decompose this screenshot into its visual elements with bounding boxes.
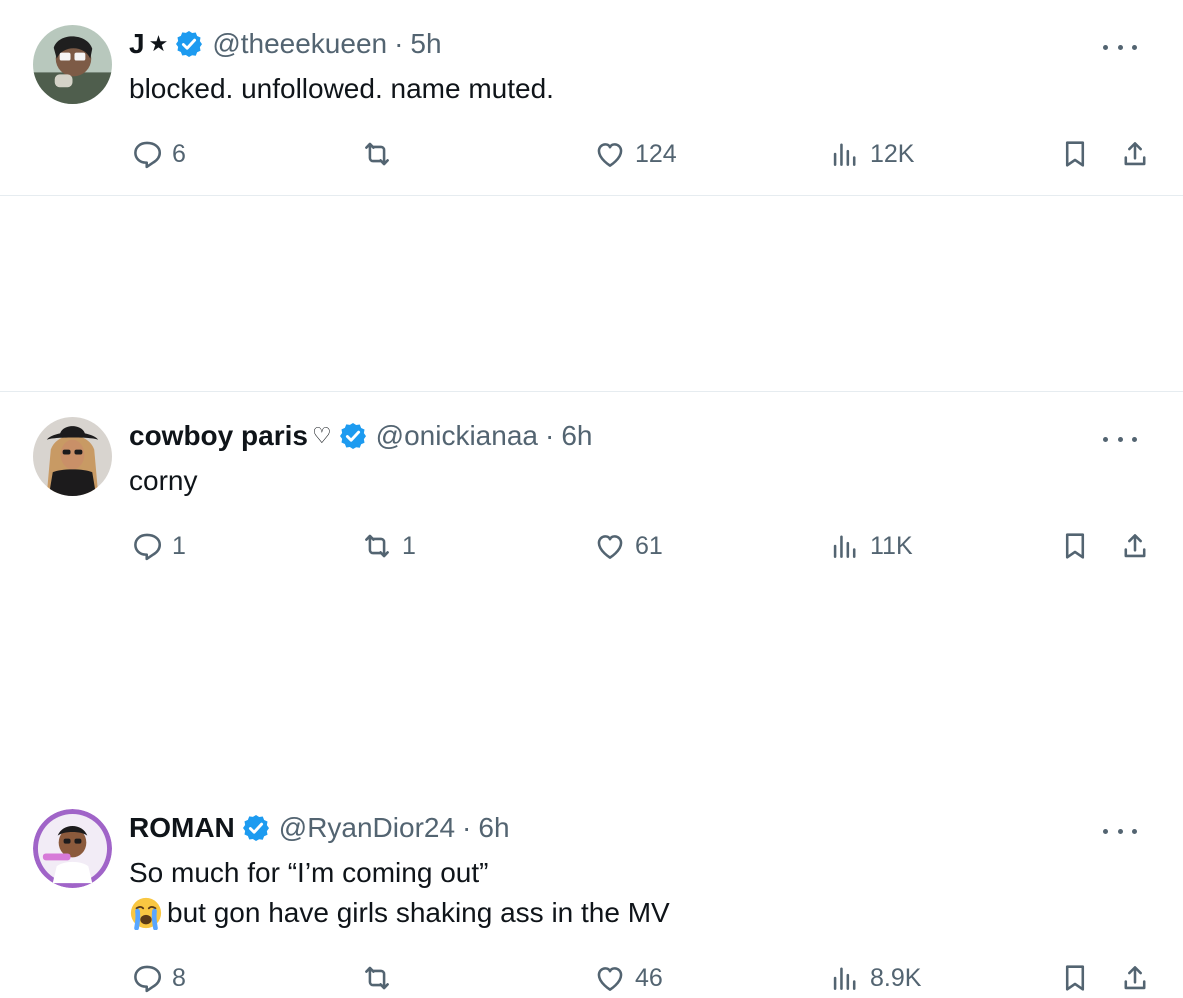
tweet[interactable]: ROMAN @RyanDior24 · 6h So much for “I’m … xyxy=(0,392,1183,993)
like-button[interactable]: 124 xyxy=(593,134,677,174)
tweet-actions: 8 46 8.9K xyxy=(0,958,1183,998)
tweet-text: So much for “I’m coming out” but gon hav… xyxy=(129,853,670,933)
verified-badge-icon xyxy=(176,31,203,57)
avatar[interactable] xyxy=(33,809,112,888)
share-icon xyxy=(1124,142,1146,166)
like-count: 46 xyxy=(635,963,663,992)
heart-icon xyxy=(597,967,623,991)
views-icon xyxy=(833,967,856,990)
bookmark-button[interactable] xyxy=(1058,134,1092,174)
user-handle[interactable]: @theeekueen xyxy=(212,26,387,62)
tweet[interactable]: cowboy paris ♡ @onickianaa · 6h corny 1 xyxy=(0,196,1183,561)
share-icon xyxy=(1124,966,1146,990)
more-icon xyxy=(1132,828,1137,834)
tweet-text-line: So much for “I’m coming out” xyxy=(129,857,489,888)
more-icon xyxy=(1103,44,1108,50)
reply-count: 6 xyxy=(172,139,186,168)
retweet-icon xyxy=(365,142,389,166)
display-name[interactable]: J xyxy=(129,26,145,62)
reply-button[interactable]: 8 xyxy=(130,958,186,998)
timestamp[interactable]: 5h xyxy=(410,26,441,62)
like-button[interactable]: 46 xyxy=(593,958,663,998)
tweet-header: J ★ @theeekueen · 5h xyxy=(129,26,442,62)
tweet-text-line: but gon have girls shaking ass in the MV xyxy=(167,897,670,928)
retweet-icon xyxy=(365,966,389,990)
reply-icon xyxy=(134,141,162,169)
view-count: 8.9K xyxy=(870,963,922,992)
verified-badge-icon xyxy=(242,815,269,841)
views-button[interactable]: 8.9K xyxy=(828,958,921,998)
reply-button[interactable]: 6 xyxy=(130,134,186,174)
like-count: 124 xyxy=(635,139,677,168)
repost-button[interactable] xyxy=(360,958,402,998)
display-name[interactable]: ROMAN xyxy=(129,810,235,846)
tweet-header: ROMAN @RyanDior24 · 6h xyxy=(129,810,510,846)
timestamp[interactable]: 6h xyxy=(478,810,509,846)
more-icon xyxy=(1117,828,1123,834)
bookmark-icon xyxy=(1065,965,1085,991)
separator-dot: · xyxy=(462,812,472,843)
star-decor: ★ xyxy=(148,31,169,56)
share-button[interactable] xyxy=(1118,958,1152,998)
more-options-button[interactable] xyxy=(1103,37,1137,57)
reply-feed: J ★ @theeekueen · 5h blocked. unfollowed… xyxy=(0,0,1183,993)
crying-face-emoji-icon xyxy=(130,897,162,930)
tweet[interactable]: J ★ @theeekueen · 5h blocked. unfollowed… xyxy=(0,0,1183,196)
reply-icon xyxy=(134,965,162,993)
user-handle[interactable]: @RyanDior24 xyxy=(279,810,455,846)
heart-icon xyxy=(597,143,623,167)
view-count: 12K xyxy=(870,139,915,168)
bookmark-button[interactable] xyxy=(1058,958,1092,998)
more-icon xyxy=(1117,44,1123,50)
more-options-button[interactable] xyxy=(1103,821,1137,841)
separator-dot: · xyxy=(394,28,404,59)
avatar[interactable] xyxy=(33,25,112,104)
avatar-image xyxy=(33,809,112,888)
share-button[interactable] xyxy=(1118,134,1152,174)
repost-button[interactable] xyxy=(360,134,402,174)
bookmark-icon xyxy=(1065,141,1085,167)
reply-count: 8 xyxy=(172,963,186,992)
avatar-image xyxy=(33,25,112,104)
more-icon xyxy=(1132,44,1137,50)
tweet-actions: 6 124 12K xyxy=(0,134,1183,174)
more-icon xyxy=(1103,828,1108,834)
views-button[interactable]: 12K xyxy=(828,134,914,174)
tweet-text-line-with-emoji: but gon have girls shaking ass in the MV xyxy=(129,893,670,933)
views-icon xyxy=(833,143,856,166)
tweet-text: blocked. unfollowed. name muted. xyxy=(129,73,554,104)
